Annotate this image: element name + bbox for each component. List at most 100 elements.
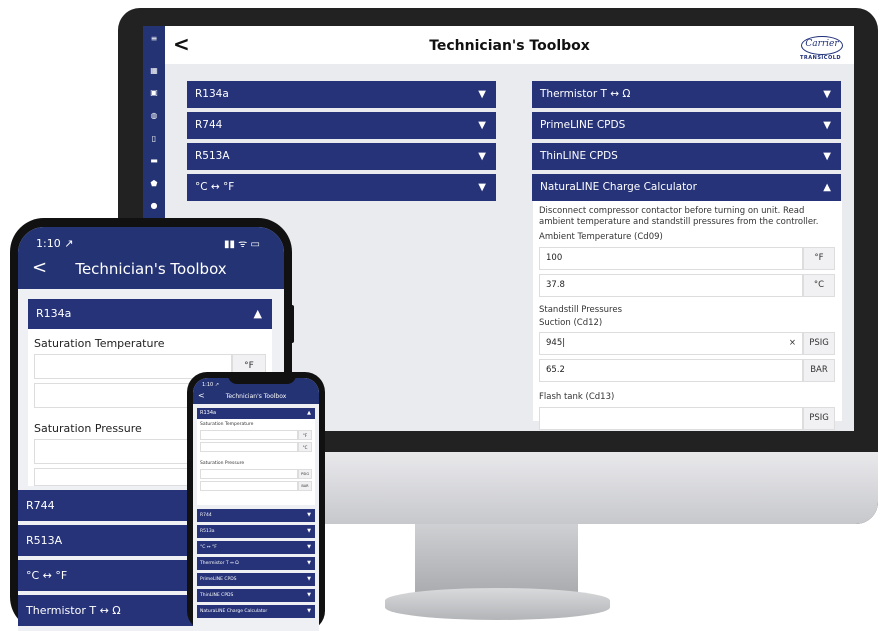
chevron-down-icon: ▼	[478, 182, 486, 193]
accordion-temp-converter[interactable]: °C ↔ °F ▼	[187, 174, 496, 201]
accordion-label: PrimeLINE CPDS	[200, 577, 237, 582]
accordion-label: PrimeLINE CPDS	[540, 119, 626, 131]
standstill-label: Standstill Pressures	[539, 305, 622, 315]
accordion-label: Thermistor T ↔ Ω	[540, 88, 631, 100]
phone-small-screen: 1:10 ↗ < Technician's Toolbox R134a ▲ Sat…	[193, 378, 319, 631]
document-icon[interactable]: ▯	[149, 134, 159, 143]
chevron-up-icon: ▲	[823, 182, 831, 193]
clear-icon[interactable]: ×	[789, 333, 796, 354]
chevron-down-icon: ▼	[307, 528, 311, 534]
suction-psig-input[interactable]: 945| ×	[539, 332, 803, 355]
chevron-down-icon: ▼	[307, 608, 311, 614]
desktop-header: Technician's Toolbox < Carrier TRANSICOL…	[165, 26, 854, 65]
chevron-down-icon: ▼	[307, 544, 311, 550]
accordion-r134a[interactable]: R134a ▼	[187, 81, 496, 108]
unit-bar: BAR	[298, 481, 312, 491]
truck-icon[interactable]: ▬	[149, 156, 159, 165]
accordion-r744[interactable]: R744 ▼	[197, 509, 315, 522]
chevron-up-icon: ▲	[253, 307, 262, 320]
sat-temp-input[interactable]	[200, 430, 298, 440]
grid-icon[interactable]: ▦	[149, 66, 159, 75]
status-icons: ▮▮ ᯤ ▭	[224, 239, 260, 250]
chevron-down-icon: ▼	[478, 120, 486, 131]
user-icon[interactable]: ●	[149, 201, 159, 210]
unit-bar: BAR	[803, 359, 835, 382]
menu-icon[interactable]: ≡	[149, 34, 159, 43]
accordion-label: R513A	[26, 534, 63, 547]
chevron-down-icon: ▼	[307, 592, 311, 598]
sat-pressure-label: Saturation Pressure	[200, 461, 245, 466]
flash-tank-label: Flash tank (Cd13)	[539, 392, 615, 402]
sat-temp-label: Saturation Temperature	[34, 337, 165, 350]
accordion-thinline-cpds[interactable]: ThinLINE CPDS ▼	[532, 143, 841, 170]
r134a-panel: Saturation Temperature °F °C Saturation …	[197, 419, 315, 505]
accordion-r744[interactable]: R744 ▼	[187, 112, 496, 139]
phone-side-button	[290, 305, 294, 343]
unit-psig: PSIG	[298, 469, 312, 479]
ambient-f-input[interactable]: 100	[539, 247, 803, 270]
chevron-down-icon: ▼	[478, 151, 486, 162]
back-chevron-icon[interactable]: <	[173, 32, 190, 56]
chevron-down-icon: ▼	[307, 512, 311, 518]
unit-psig-flash: PSIG	[803, 407, 835, 430]
accordion-label: R134a	[200, 410, 217, 416]
chevron-down-icon: ▼	[823, 89, 831, 100]
unit-f: °F	[803, 247, 835, 270]
accordion-primeline-cpds[interactable]: PrimeLINE CPDS ▼	[197, 573, 315, 586]
accordion-r513a[interactable]: R513a ▼	[197, 525, 315, 538]
accordion-temp-converter[interactable]: °C ↔ °F ▼	[197, 541, 315, 554]
phone-small-notch	[228, 372, 296, 384]
carrier-logo: Carrier	[801, 36, 843, 55]
accordion-label: °C ↔ °F	[195, 181, 235, 193]
accordion-label: R513A	[195, 150, 230, 162]
sat-pressure-input[interactable]	[200, 469, 298, 479]
sat-temp-input-2[interactable]	[200, 442, 298, 452]
suction-bar-input[interactable]: 65.2	[539, 359, 803, 382]
unit-f: °F	[298, 430, 312, 440]
accordion-label: ThinLINE CPDS	[540, 150, 618, 162]
phone-small-body: R134a ▲ Saturation Temperature °F °C Satu…	[193, 404, 319, 631]
page-title: Technician's Toolbox	[429, 38, 590, 54]
chevron-down-icon: ▼	[823, 120, 831, 131]
unit-c: °C	[298, 442, 312, 452]
flash-tank-input[interactable]	[539, 407, 803, 430]
naturaline-panel: Disconnect compressor contactor before t…	[533, 201, 842, 430]
monitor-stand-base	[385, 588, 610, 620]
chevron-down-icon: ▼	[307, 576, 311, 582]
shield-icon[interactable]: ⬟	[149, 179, 159, 188]
accordion-naturaline-charge-calculator[interactable]: NaturaLINE Charge Calculator ▼	[197, 605, 315, 618]
accordion-label: °C ↔ °F	[26, 569, 68, 582]
accordion-thermistor[interactable]: Thermistor T ↔ Ω ▼	[532, 81, 841, 108]
accordion-thinline-cpds[interactable]: ThinLINE CPDS ▼	[197, 589, 315, 602]
phone-large-header: 1:10 ↗ ▮▮ ᯤ ▭ < Technician's Toolbox	[18, 227, 284, 289]
accordion-label: Thermistor T ↔ Ω	[200, 561, 239, 566]
monitor-stand-neck	[415, 524, 578, 594]
accordion-label: R134a	[195, 88, 229, 100]
globe-icon[interactable]: ◍	[149, 111, 159, 120]
accordion-label: R744	[195, 119, 223, 131]
accordion-label: ThinLINE CPDS	[200, 593, 234, 598]
chevron-up-icon: ▲	[307, 410, 311, 416]
accordion-label: R134a	[36, 307, 72, 320]
unit-c: °C	[803, 274, 835, 297]
chevron-down-icon: ▼	[478, 89, 486, 100]
accordion-thermistor[interactable]: Thermistor T ↔ Ω ▼	[197, 557, 315, 570]
page-title: Technician's Toolbox	[225, 393, 287, 400]
accordion-naturaline-charge-calculator[interactable]: NaturaLINE Charge Calculator ▲	[532, 174, 841, 201]
accordion-r513a[interactable]: R513A ▼	[187, 143, 496, 170]
suction-psig-value: 945	[546, 338, 563, 348]
ambient-label: Ambient Temperature (Cd09)	[539, 232, 663, 242]
chevron-down-icon: ▼	[823, 151, 831, 162]
sat-pressure-label: Saturation Pressure	[34, 422, 142, 435]
accordion-r134a[interactable]: R134a ▲	[197, 408, 315, 419]
sat-pressure-input-2[interactable]	[200, 481, 298, 491]
accordion-label: NaturaLINE Charge Calculator	[540, 181, 697, 193]
accordion-primeline-cpds[interactable]: PrimeLINE CPDS ▼	[532, 112, 841, 139]
status-time: 1:10 ↗	[202, 382, 220, 388]
accordion-r134a[interactable]: R134a ▲	[28, 299, 272, 329]
chevron-down-icon: ▼	[307, 560, 311, 566]
unit-psig: PSIG	[803, 332, 835, 355]
ambient-c-input[interactable]: 37.8	[539, 274, 803, 297]
calendar-icon[interactable]: ▣	[149, 88, 159, 97]
accordion-label: R513a	[200, 529, 215, 534]
